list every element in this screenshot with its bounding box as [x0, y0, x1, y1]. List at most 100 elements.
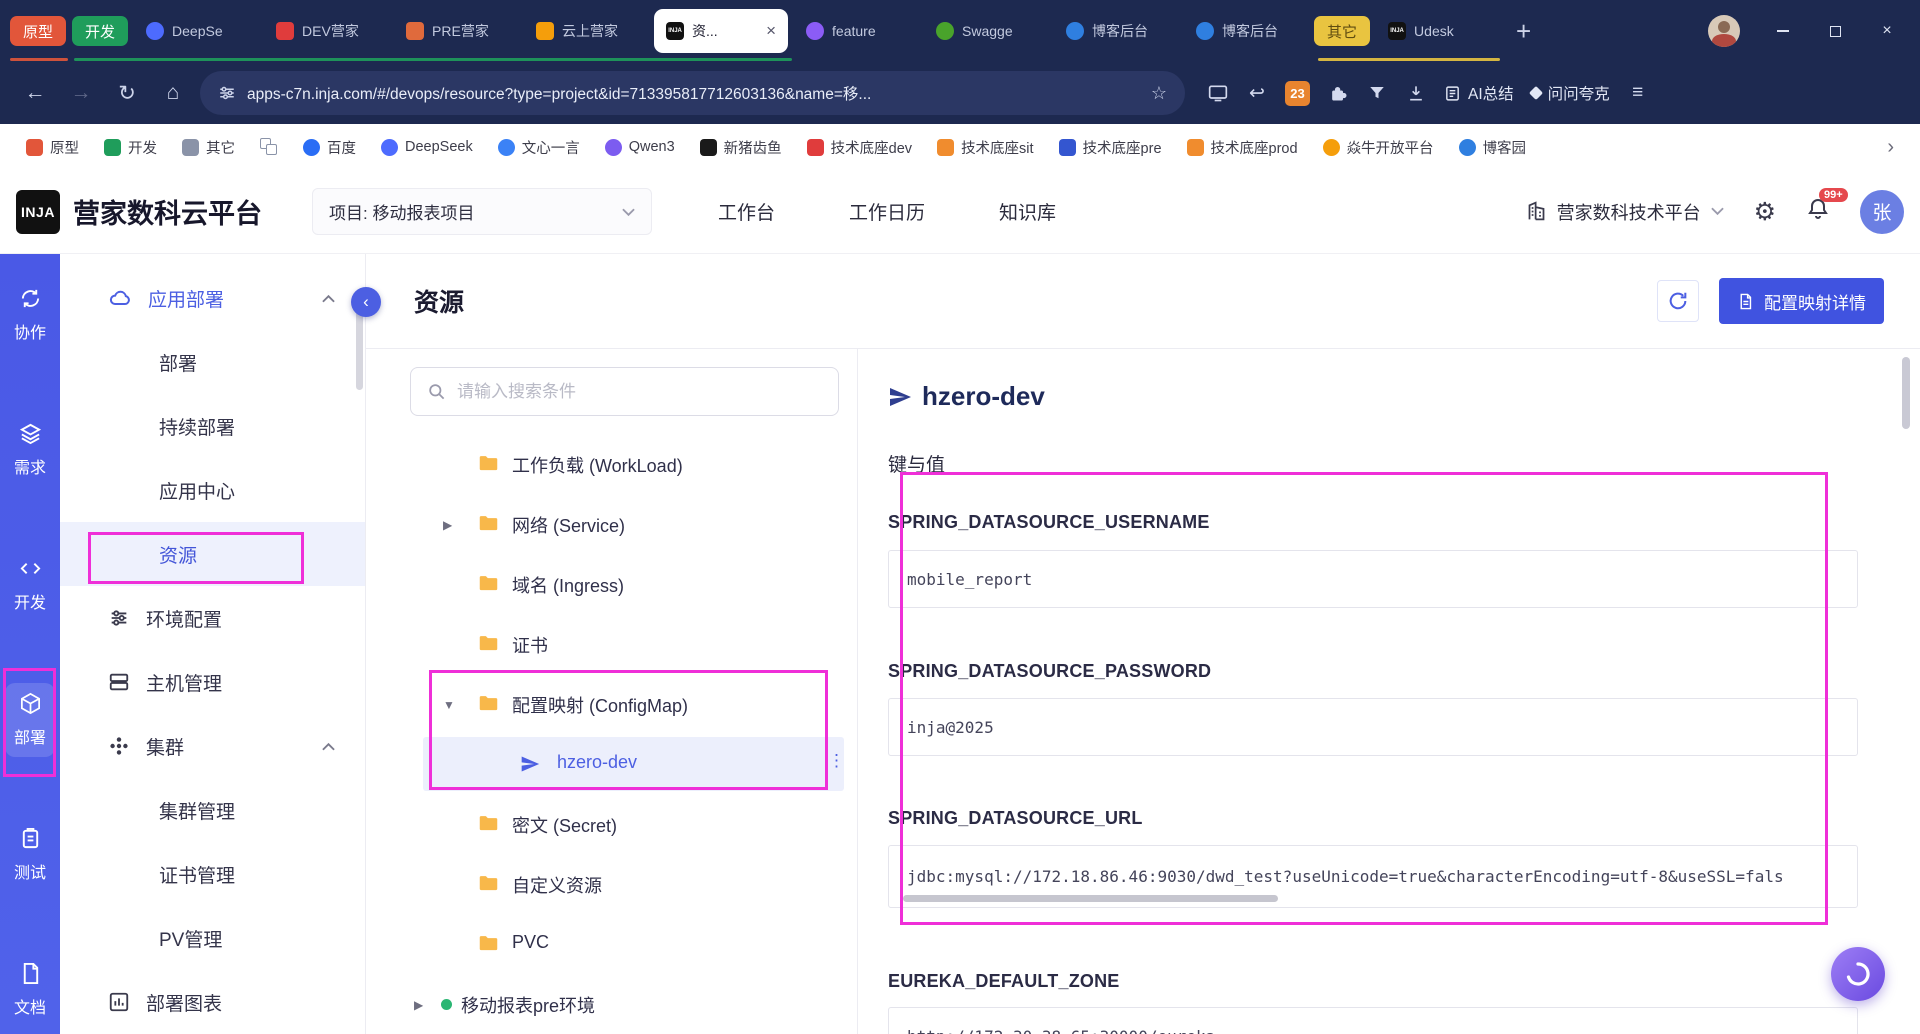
caret-right-icon[interactable]: ▶	[443, 518, 452, 532]
bookmark-deepseek[interactable]: DeepSeek	[381, 138, 473, 156]
horizontal-scrollbar[interactable]	[903, 895, 1278, 902]
kv-value-box[interactable]: jdbc:mysql://172.18.86.46:9030/dwd_test?…	[888, 845, 1858, 908]
sidenav-item-continuous-deploy[interactable]: 持续部署	[60, 394, 365, 458]
kv-value-box[interactable]: mobile_report	[888, 550, 1858, 608]
user-avatar[interactable]: 张	[1860, 189, 1904, 234]
bookmark-star-icon[interactable]: ☆	[1151, 83, 1167, 104]
collapse-sidebar-button[interactable]: ‹	[351, 287, 381, 317]
bookmark-choerodon[interactable]: 新猪齿鱼	[699, 137, 782, 158]
sidenav-section-env-config[interactable]: 环境配置	[60, 586, 365, 650]
tab-close-icon[interactable]: ×	[766, 21, 776, 41]
sidenav-item-cert-mgmt[interactable]: 证书管理	[60, 842, 365, 906]
bookmark-group-dev[interactable]: 开发	[104, 137, 157, 158]
tab-groups-button[interactable]	[260, 138, 278, 156]
sidenav-item-pv-mgmt[interactable]: PV管理	[60, 906, 365, 970]
bookmark-group-proto[interactable]: 原型	[26, 137, 79, 158]
bookmarks-overflow-icon[interactable]: ›	[1887, 136, 1894, 159]
bookmark-group-other[interactable]: 其它	[182, 137, 235, 158]
refresh-icon[interactable]: ↻	[108, 81, 146, 106]
sidenav-item-resource[interactable]: 资源	[60, 522, 365, 586]
tab-group-other[interactable]: 其它	[1314, 16, 1371, 46]
nav-workbench[interactable]: 工作台	[718, 198, 775, 225]
bookmark-wenxin[interactable]: 文心一言	[497, 137, 580, 158]
site-settings-icon[interactable]	[218, 84, 236, 102]
rail-item-documents[interactable]: 文档	[5, 953, 55, 1027]
rail-item-requirements[interactable]: 需求	[5, 413, 55, 487]
bookmark-base-prod[interactable]: 技术底座prod	[1186, 137, 1298, 158]
rail-item-collaboration[interactable]: 协作	[5, 278, 55, 352]
sidenav-section-host-mgmt[interactable]: 主机管理	[60, 650, 365, 714]
tree-item-certificate[interactable]: 证书	[366, 614, 857, 674]
window-maximize-button[interactable]	[1812, 9, 1858, 53]
tree-item-workload[interactable]: 工作负载 (WorkLoad)	[366, 434, 857, 494]
tab-blog-admin-1[interactable]: 博客后台	[1054, 9, 1178, 53]
search-input[interactable]	[457, 381, 822, 402]
ask-quark-button[interactable]: 问问夸克	[1528, 82, 1610, 104]
tree-item-custom-resource[interactable]: 自定义资源	[366, 854, 857, 914]
assistant-float-button[interactable]	[1831, 947, 1885, 1001]
tab-group-proto[interactable]: 原型	[10, 16, 67, 46]
extensions-puzzle-icon[interactable]	[1327, 82, 1349, 104]
forward-icon[interactable]: →	[62, 81, 100, 105]
settings-gear-icon[interactable]: ⚙	[1754, 197, 1776, 227]
sidenav-item-app-center[interactable]: 应用中心	[60, 458, 365, 522]
new-tab-button[interactable]: +	[1516, 16, 1531, 47]
browser-profile-avatar[interactable]	[1708, 15, 1740, 47]
cast-icon[interactable]	[1207, 82, 1229, 104]
ai-summary-button[interactable]: AI总结	[1444, 82, 1514, 104]
tab-blog-admin-2[interactable]: 博客后台	[1184, 9, 1308, 53]
sidenav-section-deploy-chart[interactable]: 部署图表	[60, 970, 365, 1034]
project-selector[interactable]: 项目: 移动报表项目	[312, 188, 652, 235]
tree-search[interactable]	[410, 367, 839, 416]
url-text[interactable]: apps-c7n.inja.com/#/devops/resource?type…	[247, 82, 1140, 104]
bookmark-baidu[interactable]: 百度	[303, 137, 356, 158]
tab-group-dev[interactable]: 开发	[72, 16, 129, 46]
bookmark-qwen[interactable]: Qwen3	[604, 138, 675, 156]
refresh-button[interactable]	[1657, 280, 1699, 322]
calendar-badge[interactable]: 23	[1285, 80, 1310, 106]
tab-pre-yingjia[interactable]: PRE营家	[394, 9, 518, 53]
browser-menu-icon[interactable]: ≡	[1627, 82, 1649, 104]
bookmark-yanniu[interactable]: 焱牛开放平台	[1322, 137, 1434, 158]
tab-swagger[interactable]: Swagge	[924, 9, 1048, 53]
rail-item-testing[interactable]: 测试	[5, 818, 55, 892]
tree-item-secret[interactable]: 密文 (Secret)	[366, 794, 857, 854]
bookmark-base-dev[interactable]: 技术底座dev	[806, 137, 912, 158]
home-icon[interactable]: ⌂	[154, 81, 192, 105]
tab-cloud-yingjia[interactable]: 云上营家	[524, 9, 648, 53]
kv-value-box[interactable]: inja@2025	[888, 698, 1858, 756]
tree-item-service[interactable]: ▶ 网络 (Service)	[366, 494, 857, 554]
tab-udesk[interactable]: INJA Udesk	[1376, 9, 1500, 53]
window-minimize-button[interactable]	[1760, 9, 1806, 53]
window-close-button[interactable]: ×	[1864, 9, 1910, 53]
nav-knowledge-base[interactable]: 知识库	[999, 198, 1056, 225]
more-actions-icon[interactable]: ⋮	[828, 751, 845, 771]
sidenav-item-cluster-mgmt[interactable]: 集群管理	[60, 778, 365, 842]
tab-feature[interactable]: feature	[794, 9, 918, 53]
back-icon[interactable]: ←	[16, 81, 54, 105]
bookmark-cnblogs[interactable]: 博客园	[1458, 137, 1526, 158]
tree-item-configmap[interactable]: ▼ 配置映射 (ConfigMap)	[366, 674, 857, 734]
tree-item-pvc[interactable]: PVC	[366, 914, 857, 974]
caret-down-icon[interactable]: ▼	[443, 698, 455, 712]
sidenav-item-deploy[interactable]: 部署	[60, 330, 365, 394]
url-bar[interactable]: apps-c7n.inja.com/#/devops/resource?type…	[200, 71, 1185, 115]
downloads-icon[interactable]	[1405, 82, 1427, 104]
nav-work-calendar[interactable]: 工作日历	[849, 198, 925, 225]
tree-item-ingress[interactable]: 域名 (Ingress)	[366, 554, 857, 614]
vertical-scrollbar[interactable]	[1902, 357, 1910, 429]
tree-item-pre-env[interactable]: ▶ 移动报表pre环境	[366, 974, 857, 1034]
sidenav-section-app-deploy[interactable]: 应用部署	[60, 266, 365, 330]
kv-value-box[interactable]: http://172.30.38.65:30000/eureka	[888, 1007, 1858, 1034]
rail-item-development[interactable]: 开发	[5, 548, 55, 622]
bookmark-base-sit[interactable]: 技术底座sit	[937, 137, 1034, 158]
configmap-detail-button[interactable]: 配置映射详情	[1719, 278, 1884, 324]
bookmark-base-pre[interactable]: 技术底座pre	[1058, 137, 1162, 158]
sidenav-section-cluster[interactable]: 集群	[60, 714, 365, 778]
tab-resource-active[interactable]: INJA 资... ×	[654, 9, 789, 53]
tree-item-hzero-dev[interactable]: hzero-dev ⋮	[366, 734, 857, 794]
caret-right-icon[interactable]: ▶	[414, 998, 423, 1012]
notifications-button[interactable]: 99+	[1806, 188, 1848, 226]
tab-dev-yingjia[interactable]: DEV营家	[264, 9, 388, 53]
tab-deepseek[interactable]: DeepSe	[134, 9, 258, 53]
